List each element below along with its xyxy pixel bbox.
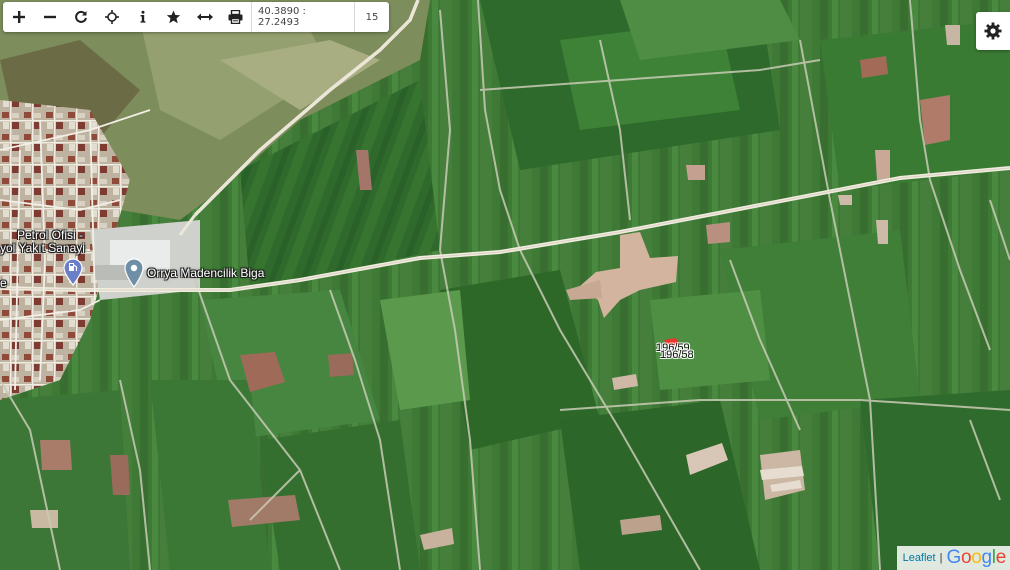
- measure-icon: [196, 13, 213, 21]
- leaflet-link[interactable]: Leaflet: [903, 552, 936, 564]
- satellite-imagery: [0, 0, 1010, 570]
- poi-label-petrol-line2: yol Yakıt Sanayi: [0, 241, 85, 255]
- star-icon: [166, 10, 181, 24]
- locate-button[interactable]: [96, 2, 127, 32]
- coordinates-readout: 40.3890 : 27.2493: [251, 2, 354, 32]
- crosshair-icon: [104, 10, 119, 24]
- refresh-button[interactable]: [65, 2, 96, 32]
- zoom-out-button[interactable]: [34, 2, 65, 32]
- zoom-in-button[interactable]: [3, 2, 34, 32]
- parcel-label-bottom: 196/58: [660, 349, 694, 361]
- map-attribution: Leaflet | Google: [896, 546, 1010, 570]
- satellite-map[interactable]: Petrol Ofisi - yol Yakıt Sanayi e Orrya …: [0, 0, 1010, 570]
- gear-icon: [984, 22, 1002, 40]
- info-button[interactable]: [127, 2, 158, 32]
- printer-icon: [228, 10, 243, 24]
- google-logo: Google: [946, 547, 1006, 568]
- poi-label-company: Orrya Madencilik Biga: [147, 266, 265, 280]
- map-toolbar: 40.3890 : 27.2493 15: [3, 2, 389, 32]
- place-pin-icon[interactable]: [123, 258, 145, 288]
- fuel-station-pin-icon[interactable]: [62, 258, 84, 286]
- poi-label-edge-fragment: e: [0, 276, 7, 290]
- minus-icon: [43, 15, 56, 19]
- plus-icon: [12, 11, 25, 23]
- zoom-level-readout: 15: [354, 2, 389, 32]
- attribution-separator: |: [939, 552, 943, 564]
- print-button[interactable]: [220, 2, 251, 32]
- measure-button[interactable]: [189, 2, 220, 32]
- refresh-icon: [74, 10, 87, 23]
- settings-button[interactable]: [976, 12, 1010, 50]
- favorite-button[interactable]: [158, 2, 189, 32]
- info-icon: [140, 10, 145, 23]
